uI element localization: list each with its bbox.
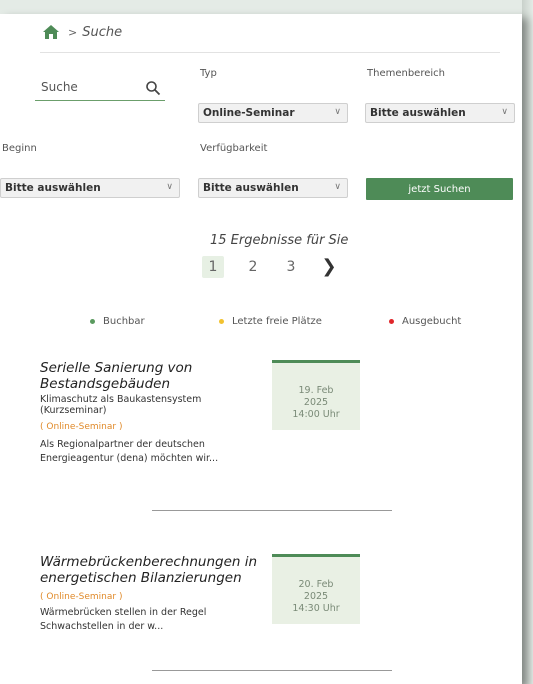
breadcrumb-divider bbox=[40, 52, 500, 53]
event-date-box: 19. Feb 2025 14:00 Uhr bbox=[272, 360, 360, 430]
typ-select[interactable]: Online-Seminar ∨ bbox=[198, 103, 348, 123]
event-title[interactable]: Serielle Sanierung von Bestandsgebäuden bbox=[40, 360, 270, 392]
submit-search-button[interactable]: jetzt Suchen bbox=[366, 178, 513, 200]
home-icon[interactable] bbox=[42, 24, 60, 40]
breadcrumb-current[interactable]: Suche bbox=[82, 25, 122, 40]
legend-buchbar: Buchbar bbox=[90, 316, 145, 327]
search-placeholder: Suche bbox=[41, 80, 78, 94]
status-dot-yellow bbox=[219, 319, 224, 324]
beginn-select-value: Bitte auswählen bbox=[5, 182, 101, 194]
event-subtitle-line: Klimaschutz als Baukastensystem bbox=[40, 394, 202, 405]
chevron-down-icon: ∨ bbox=[334, 182, 341, 192]
search-input[interactable]: Suche bbox=[35, 78, 165, 101]
status-dot-red bbox=[389, 319, 394, 324]
event-title-line: Bestandsgebäuden bbox=[40, 376, 171, 392]
event-date: 19. Feb bbox=[298, 385, 334, 396]
legend-ausgebucht: Ausgebucht bbox=[389, 316, 461, 327]
event-item[interactable]: Wärmebrückenberechnungen in energetische… bbox=[40, 554, 270, 634]
event-year: 2025 bbox=[303, 591, 329, 602]
event-description-line: Wärmebrücken stellen in der Regel bbox=[40, 607, 207, 618]
event-description: Als Regionalpartner der deutschen Energi… bbox=[40, 438, 270, 466]
event-type: ( Online-Seminar ) bbox=[40, 422, 123, 432]
event-time: 14:30 Uhr bbox=[292, 603, 340, 614]
search-icon[interactable] bbox=[145, 80, 161, 96]
verfuegbarkeit-select-value: Bitte auswählen bbox=[203, 182, 299, 194]
search-page-card: > Suche Suche Typ Online-Seminar ∨ Theme… bbox=[0, 14, 522, 684]
beginn-label: Beginn bbox=[2, 143, 37, 154]
verfuegbarkeit-label: Verfügbarkeit bbox=[200, 143, 268, 154]
event-description: Wärmebrücken stellen in der Regel Schwac… bbox=[40, 606, 270, 634]
event-title[interactable]: Wärmebrückenberechnungen in energetische… bbox=[40, 554, 270, 586]
legend-label: Letzte freie Plätze bbox=[232, 316, 322, 327]
event-item[interactable]: Serielle Sanierung von Bestandsgebäuden … bbox=[40, 360, 270, 466]
themenbereich-label: Themenbereich bbox=[367, 68, 445, 79]
event-divider bbox=[152, 670, 392, 671]
event-date: 20. Feb bbox=[298, 579, 334, 590]
right-edge-shadow bbox=[522, 0, 533, 684]
breadcrumb: > Suche bbox=[42, 22, 122, 42]
typ-select-value: Online-Seminar bbox=[203, 107, 295, 119]
pagination: 1 2 3 ❯ bbox=[198, 256, 338, 278]
event-subtitle: Klimaschutz als Baukastensystem (Kurzsem… bbox=[40, 394, 270, 416]
event-description-line: Energieagentur (dena) möchten wir... bbox=[40, 453, 219, 464]
legend-letzte-plaetze: Letzte freie Plätze bbox=[219, 316, 322, 327]
themenbereich-select-value: Bitte auswählen bbox=[370, 107, 466, 119]
legend-label: Ausgebucht bbox=[402, 316, 462, 327]
page-link-3[interactable]: 3 bbox=[280, 256, 302, 278]
event-title-line: Serielle Sanierung von bbox=[40, 360, 193, 376]
event-title-line: energetischen Bilanzierungen bbox=[40, 570, 242, 586]
typ-label: Typ bbox=[200, 68, 217, 79]
event-date-box: 20. Feb 2025 14:30 Uhr bbox=[272, 554, 360, 624]
top-background-strip bbox=[0, 0, 442, 14]
chevron-down-icon: ∨ bbox=[501, 107, 508, 117]
breadcrumb-separator: > bbox=[68, 25, 78, 39]
event-subtitle-line: (Kurzseminar) bbox=[40, 405, 107, 416]
event-description-line: Als Regionalpartner der deutschen bbox=[40, 439, 205, 450]
chevron-down-icon: ∨ bbox=[334, 107, 341, 117]
themenbereich-select[interactable]: Bitte auswählen ∨ bbox=[365, 103, 515, 123]
event-year: 2025 bbox=[303, 397, 329, 408]
event-type: ( Online-Seminar ) bbox=[40, 592, 123, 602]
page-link-1[interactable]: 1 bbox=[202, 256, 224, 278]
chevron-down-icon: ∨ bbox=[166, 182, 173, 192]
page-link-2[interactable]: 2 bbox=[242, 256, 264, 278]
legend-label: Buchbar bbox=[103, 316, 145, 327]
event-description-line: Schwachstellen in der w... bbox=[40, 621, 164, 632]
event-title-line: Wärmebrückenberechnungen in bbox=[40, 554, 258, 570]
status-dot-green bbox=[90, 319, 95, 324]
results-count: 15 Ergebnisse für Sie bbox=[210, 233, 349, 248]
verfuegbarkeit-select[interactable]: Bitte auswählen ∨ bbox=[198, 178, 348, 198]
beginn-select[interactable]: Bitte auswählen ∨ bbox=[0, 178, 180, 198]
event-time: 14:00 Uhr bbox=[292, 409, 340, 420]
event-divider bbox=[152, 510, 392, 511]
next-page-icon[interactable]: ❯ bbox=[318, 256, 340, 278]
